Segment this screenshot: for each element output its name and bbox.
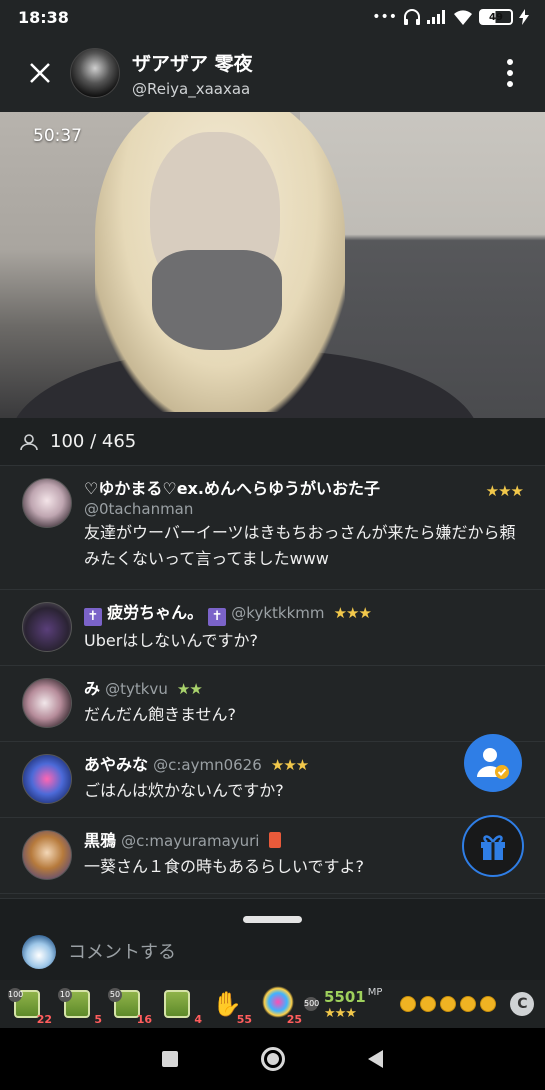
points-tag: 500 bbox=[304, 997, 319, 1011]
comment-avatar[interactable] bbox=[22, 830, 72, 880]
points-stars: ★★★ bbox=[324, 1006, 357, 1021]
coin-icon bbox=[440, 996, 457, 1012]
viewer-count: 100 / 465 bbox=[50, 431, 137, 452]
ribbon-badge-icon bbox=[268, 832, 281, 848]
comment-list[interactable]: ♡ゆかまる♡ex.めんへらゆうがいおた子 ★★★ @0tachanman 友達が… bbox=[0, 466, 545, 898]
cross-badge-icon: ✝ bbox=[84, 608, 102, 626]
comment-handle: @0tachanman bbox=[84, 500, 194, 518]
signal-icon bbox=[427, 10, 445, 24]
points-value: 5501 bbox=[324, 988, 366, 1006]
comment-username: 黒鴉 bbox=[84, 831, 117, 850]
user-check-icon bbox=[477, 748, 509, 779]
comment-avatar[interactable] bbox=[22, 602, 72, 652]
live-video[interactable]: 50:37 bbox=[0, 112, 545, 418]
host-handle: @Reiya_xaaxaa bbox=[132, 79, 251, 98]
comment-handle: @kyktkkmm bbox=[231, 604, 325, 622]
points-unit: MP bbox=[367, 987, 383, 998]
headphones-icon bbox=[404, 9, 420, 25]
coin-gauge bbox=[400, 996, 497, 1012]
comment-avatar[interactable] bbox=[22, 678, 72, 728]
more-options-button[interactable] bbox=[495, 49, 525, 97]
home-icon bbox=[266, 1053, 279, 1065]
coin-icon bbox=[420, 996, 437, 1012]
follow-user-button[interactable] bbox=[464, 734, 522, 792]
battery-icon: 49 bbox=[479, 9, 513, 25]
stream-timer: 50:37 bbox=[33, 126, 82, 146]
coin-icon bbox=[400, 996, 417, 1012]
gift-clap[interactable]: ✋ 55 bbox=[208, 984, 252, 1026]
viewer-count-bar: 100 / 465 bbox=[0, 418, 545, 466]
gift-count: 16 bbox=[136, 1013, 152, 1026]
more-notifications-icon: ••• bbox=[372, 9, 397, 25]
comment-handle: @c:aymn0626 bbox=[153, 756, 262, 774]
drag-handle[interactable] bbox=[243, 916, 302, 923]
video-person-mask bbox=[152, 250, 282, 350]
comment-avatar[interactable] bbox=[22, 478, 72, 528]
person-icon bbox=[20, 433, 38, 450]
gift-icon bbox=[481, 835, 505, 860]
comment-text: 一葵さん１食の時もあるらしいですよ? bbox=[84, 857, 365, 876]
comment-handle: @tytkvu bbox=[105, 680, 168, 698]
comment-avatar[interactable] bbox=[22, 754, 72, 804]
comment-item: あやみな @c:aymn0626 ★★★ ごはんは炊かないんですか? bbox=[0, 742, 545, 818]
system-nav-bar bbox=[0, 1028, 545, 1090]
status-icons: ••• 49 bbox=[372, 9, 529, 25]
coin-icon bbox=[460, 996, 477, 1012]
gift-tea-50[interactable]: 50 16 bbox=[108, 984, 152, 1026]
comment-item: ♡ゆかまる♡ex.めんへらゆうがいおた子 ★★★ @0tachanman 友達が… bbox=[0, 466, 545, 590]
rank-stars: ★★★ bbox=[270, 756, 309, 774]
comment-text: ごはんは炊かないんですか? bbox=[84, 781, 284, 800]
host-info[interactable]: ザアザア 零夜 @Reiya_xaaxaa bbox=[132, 49, 495, 98]
host-avatar[interactable] bbox=[70, 48, 120, 98]
gift-count: 25 bbox=[286, 1013, 302, 1026]
gift-tag: 100 bbox=[8, 988, 23, 1002]
wifi-icon bbox=[454, 10, 472, 25]
gift-count: 5 bbox=[94, 1013, 102, 1026]
comment-input-area bbox=[0, 898, 545, 980]
close-button[interactable] bbox=[16, 49, 64, 97]
gift-fireworks[interactable]: 25 bbox=[258, 984, 302, 1026]
gift-tea-100[interactable]: 100 22 bbox=[8, 984, 52, 1026]
recent-apps-button[interactable] bbox=[161, 1051, 178, 1067]
status-time: 18:38 bbox=[18, 7, 69, 27]
rank-stars: ★★★ bbox=[333, 604, 372, 622]
home-button[interactable] bbox=[260, 1047, 285, 1071]
gift-tea[interactable]: 4 bbox=[158, 984, 202, 1026]
comment-username: ♡ゆかまる♡ex.めんへらゆうがいおた子 bbox=[84, 479, 380, 498]
back-button[interactable] bbox=[368, 1050, 384, 1068]
gift-button[interactable] bbox=[462, 815, 524, 877]
comment-username: み bbox=[84, 679, 101, 698]
comment-username: あやみな bbox=[84, 755, 149, 774]
currency-c-icon[interactable]: C bbox=[510, 992, 535, 1016]
comment-input[interactable] bbox=[68, 939, 508, 965]
close-icon bbox=[30, 63, 50, 83]
gift-tag: 50 bbox=[108, 988, 122, 1002]
my-avatar bbox=[22, 935, 56, 969]
points-display[interactable]: 5501 MP ★★★ bbox=[324, 987, 382, 1021]
cross-badge-icon: ✝ bbox=[208, 608, 227, 626]
gift-bar: 100 22 10 5 50 16 4 ✋ 55 25 500 5501 MP ★… bbox=[0, 980, 545, 1028]
comment-text: だんだん飽きません? bbox=[84, 705, 237, 724]
gift-count: 55 bbox=[236, 1013, 252, 1026]
rank-stars: ★★ bbox=[176, 680, 203, 698]
comment-item: み @tytkvu ★★ だんだん飽きません? bbox=[0, 666, 545, 742]
host-name: ザアザア 零夜 bbox=[132, 52, 253, 75]
gift-count: 4 bbox=[194, 1013, 202, 1026]
charging-icon bbox=[519, 9, 529, 25]
comment-handle: @c:mayuramayuri bbox=[121, 832, 260, 850]
status-bar: 18:38 ••• 49 bbox=[0, 0, 545, 34]
stream-header: ザアザア 零夜 @Reiya_xaaxaa bbox=[0, 34, 545, 112]
gift-tag: 10 bbox=[58, 988, 72, 1002]
comment-text: Uberはしないんですか? bbox=[84, 631, 258, 650]
rank-stars: ★★★ bbox=[485, 482, 524, 500]
comment-text: 友達がウーバーイーツはきもちおっさんが来たら嫌だから頼みたくないって言ってました… bbox=[84, 523, 516, 568]
comment-item: ✝ 疲労ちゃん。 ✝ @kyktkkmm ★★★ Uberはしないんですか? bbox=[0, 590, 545, 666]
gift-tea-10[interactable]: 10 5 bbox=[58, 984, 102, 1026]
more-vertical-icon bbox=[507, 59, 513, 65]
gift-count: 22 bbox=[36, 1013, 52, 1026]
coin-icon bbox=[480, 996, 497, 1012]
comment-username: 疲労ちゃん。 bbox=[107, 603, 204, 622]
tea-cup-icon bbox=[164, 990, 190, 1018]
